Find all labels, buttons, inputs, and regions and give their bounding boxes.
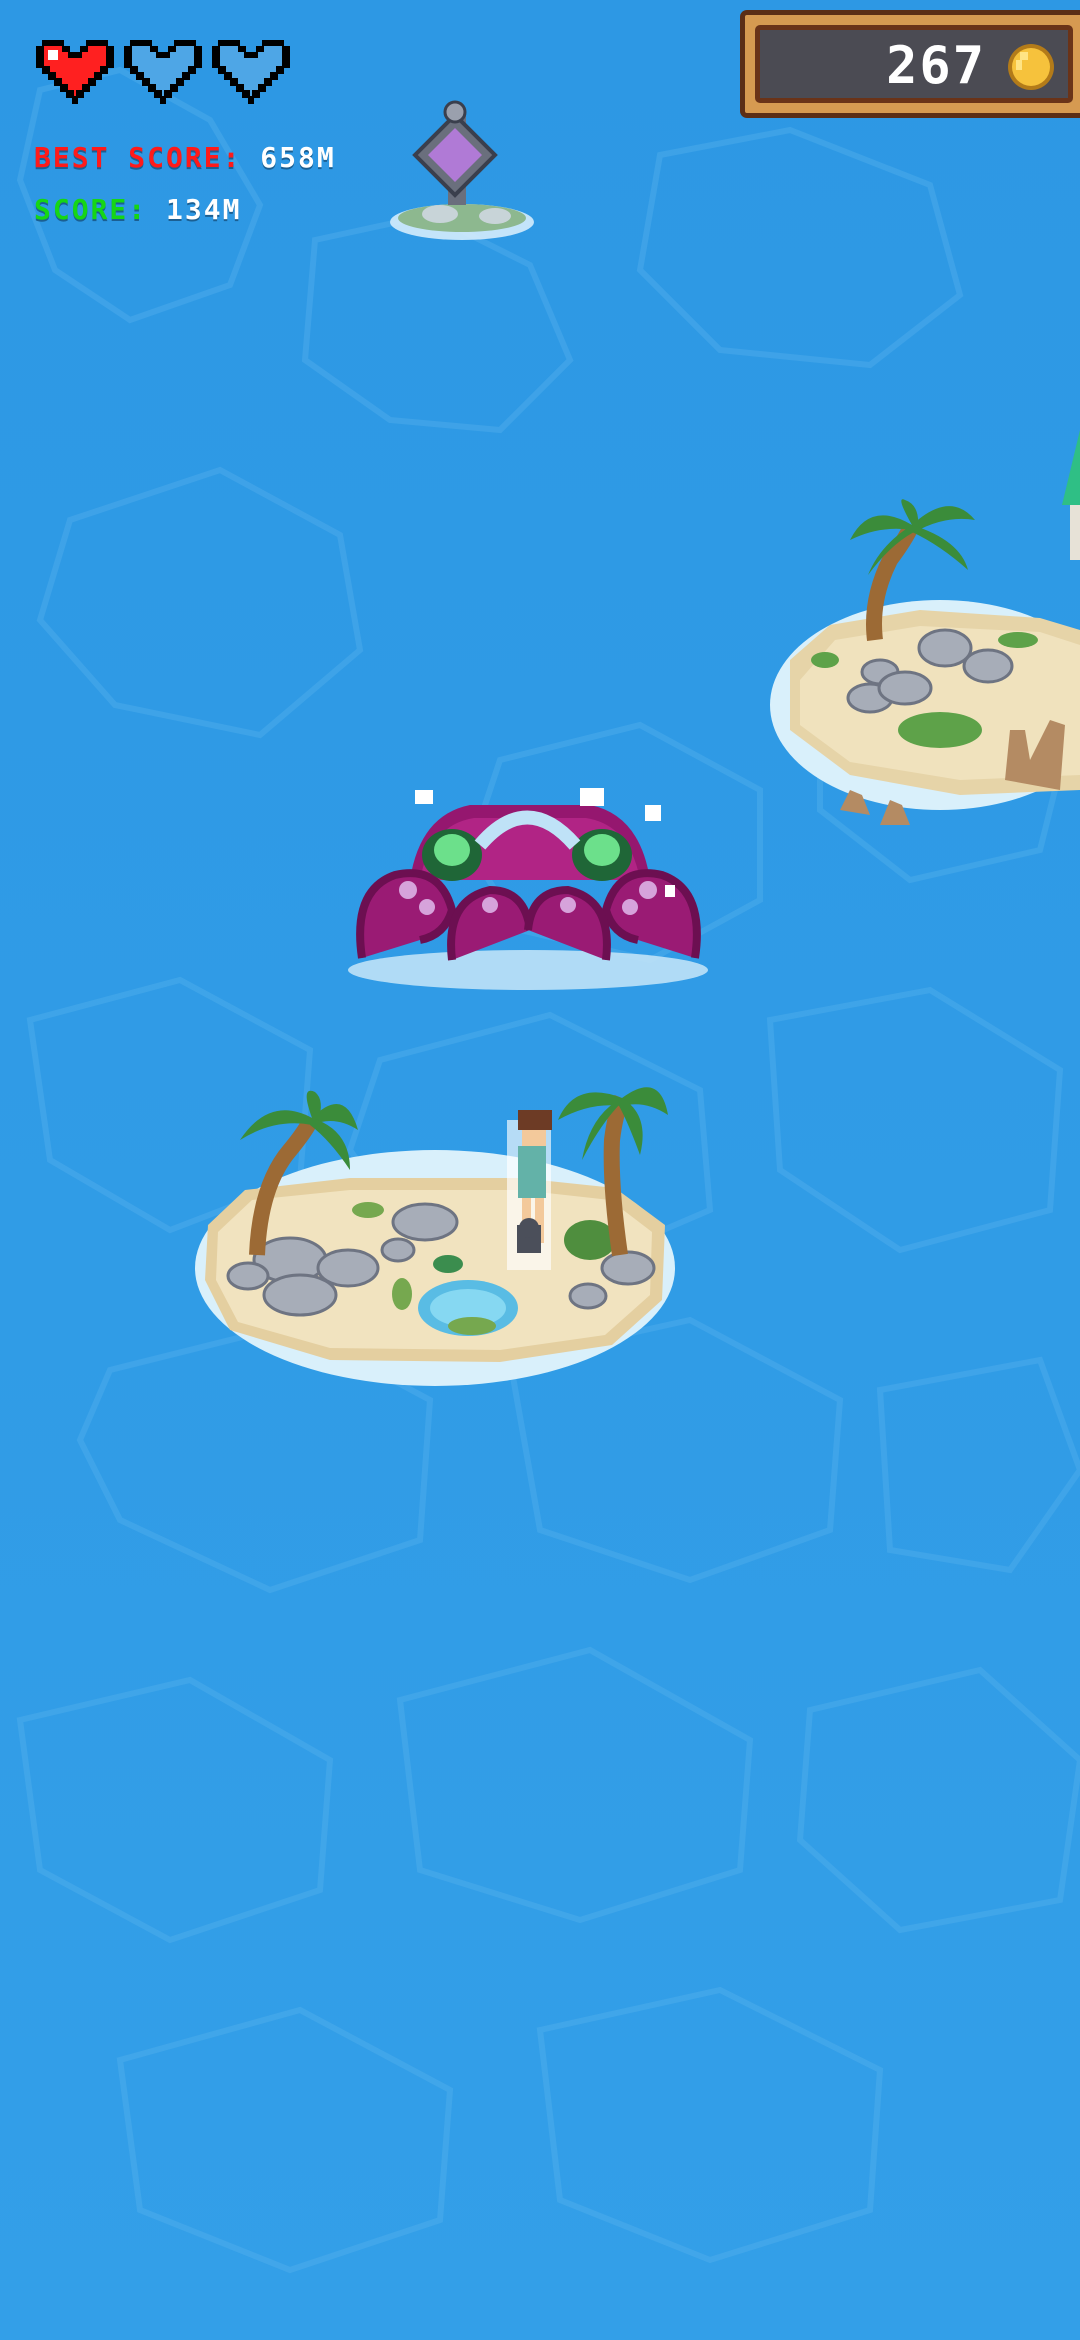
coin-counter-inner: 267 [755, 25, 1073, 103]
current-score: SCORE: 134M [34, 193, 241, 226]
lives-bar [34, 34, 294, 114]
coin-icon [1004, 40, 1058, 94]
heart-full-icon [34, 34, 116, 110]
heart-empty-icon [210, 34, 292, 110]
best-score-value: 658M [260, 141, 336, 174]
heart-empty-icon [122, 34, 204, 110]
score-value: 134M [166, 193, 242, 226]
game-scene [0, 0, 1080, 2340]
coin-counter: 267 [740, 10, 1080, 118]
score-label: SCORE: [34, 193, 148, 226]
coin-count: 267 [886, 36, 986, 96]
best-score: BEST SCORE: 658M [34, 141, 336, 174]
best-score-label: BEST SCORE: [34, 141, 242, 174]
